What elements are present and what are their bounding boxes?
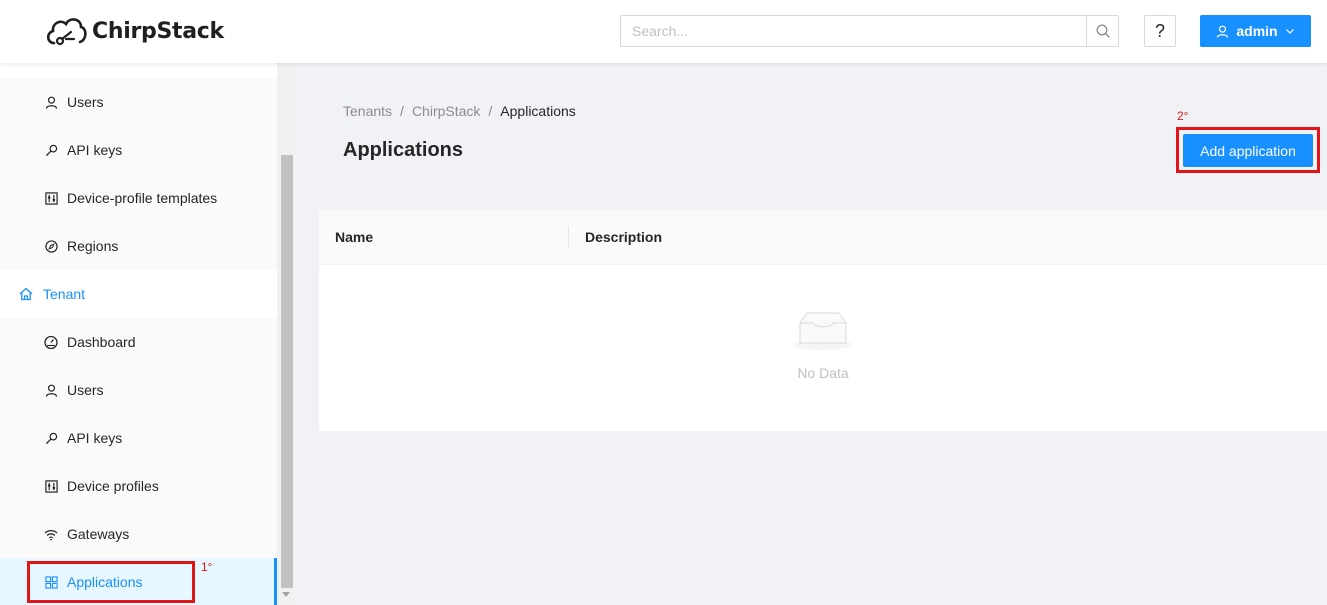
annotation-label-1: 1° [201, 560, 213, 574]
user-menu-button[interactable]: admin [1200, 15, 1311, 47]
annotation-label-2: 2° [1177, 109, 1189, 123]
user-icon [44, 95, 58, 109]
user-name: admin [1236, 23, 1278, 39]
search-icon [1096, 24, 1110, 38]
table-header: Name Description [319, 210, 1327, 265]
sidebar-item-gateways[interactable]: Gateways [0, 510, 277, 558]
sidebar-tenant-header[interactable]: Tenant [0, 270, 277, 318]
empty-inbox-icon [793, 312, 853, 350]
annotation-box-2 [1176, 127, 1320, 173]
breadcrumb-separator: / [400, 103, 404, 119]
user-icon [1217, 25, 1229, 38]
breadcrumb-separator: / [488, 103, 493, 119]
breadcrumb-chirpstack[interactable]: ChirpStack [412, 103, 480, 119]
search-input[interactable] [621, 16, 1086, 46]
help-label: ? [1154, 20, 1165, 41]
breadcrumb-applications: Applications [500, 103, 576, 119]
sidebar-scrollbar-thumb[interactable] [281, 155, 293, 588]
sidebar-item-label: Gateways [67, 526, 130, 542]
admin-submenu: Users API keys Device-profile templates … [0, 78, 277, 270]
sidebar-item-label: API keys [67, 430, 123, 446]
sidebar-item-label: Device profiles [67, 478, 159, 494]
sidebar-item-users[interactable]: Users [0, 78, 277, 126]
compass-icon [44, 239, 58, 253]
sidebar-item-tenant-users[interactable]: Users [0, 366, 277, 414]
sidebar-item-label: API keys [67, 142, 123, 158]
sidebar-item-label: Users [67, 94, 104, 110]
annotation-box-1 [27, 561, 195, 603]
cloud-logo-icon [46, 18, 87, 46]
empty-text: No Data [797, 365, 849, 381]
key-icon [44, 431, 58, 445]
column-header-name[interactable]: Name [335, 229, 373, 245]
applications-table: Name Description No Data [319, 210, 1327, 431]
sidebar-item-label: Users [67, 382, 104, 398]
breadcrumb: Tenants / ChirpStack / Applications [343, 103, 576, 119]
search-box [620, 15, 1119, 47]
tenant-label: Tenant [43, 286, 86, 302]
page-title: Applications [343, 139, 464, 161]
sidebar-item-device-profile-templates[interactable]: Device-profile templates [0, 174, 277, 222]
sidebar-item-label: Dashboard [67, 334, 136, 350]
user-icon [44, 383, 58, 397]
sidebar-item-device-profiles[interactable]: Device profiles [0, 462, 277, 510]
scroll-down-arrow-icon[interactable] [282, 592, 290, 597]
home-icon [19, 287, 33, 301]
brand-name: ChirpStack [92, 18, 224, 44]
column-divider [568, 226, 569, 248]
chirpstack-logo[interactable]: ChirpStack [44, 13, 224, 49]
sidebar-item-regions[interactable]: Regions [0, 222, 277, 270]
chevron-down-icon [1285, 29, 1294, 34]
help-button[interactable]: ? [1144, 15, 1176, 47]
search-button[interactable] [1086, 16, 1118, 46]
control-icon [44, 191, 58, 205]
sidebar-item-label: Device-profile templates [67, 190, 218, 206]
wifi-icon [44, 527, 58, 541]
sidebar: Users API keys Device-profile templates … [0, 63, 277, 605]
sidebar-item-dashboard[interactable]: Dashboard [0, 318, 277, 366]
column-header-description[interactable]: Description [585, 229, 662, 245]
sidebar-item-api-keys[interactable]: API keys [0, 126, 277, 174]
control-icon [44, 479, 58, 493]
breadcrumb-tenants[interactable]: Tenants [343, 103, 392, 119]
dashboard-icon [44, 335, 58, 349]
key-icon [44, 143, 58, 157]
sidebar-item-tenant-api-keys[interactable]: API keys [0, 414, 277, 462]
top-header: ChirpStack ? admin [0, 0, 1327, 63]
sidebar-item-label: Regions [67, 238, 119, 254]
empty-state: No Data [319, 310, 1327, 381]
